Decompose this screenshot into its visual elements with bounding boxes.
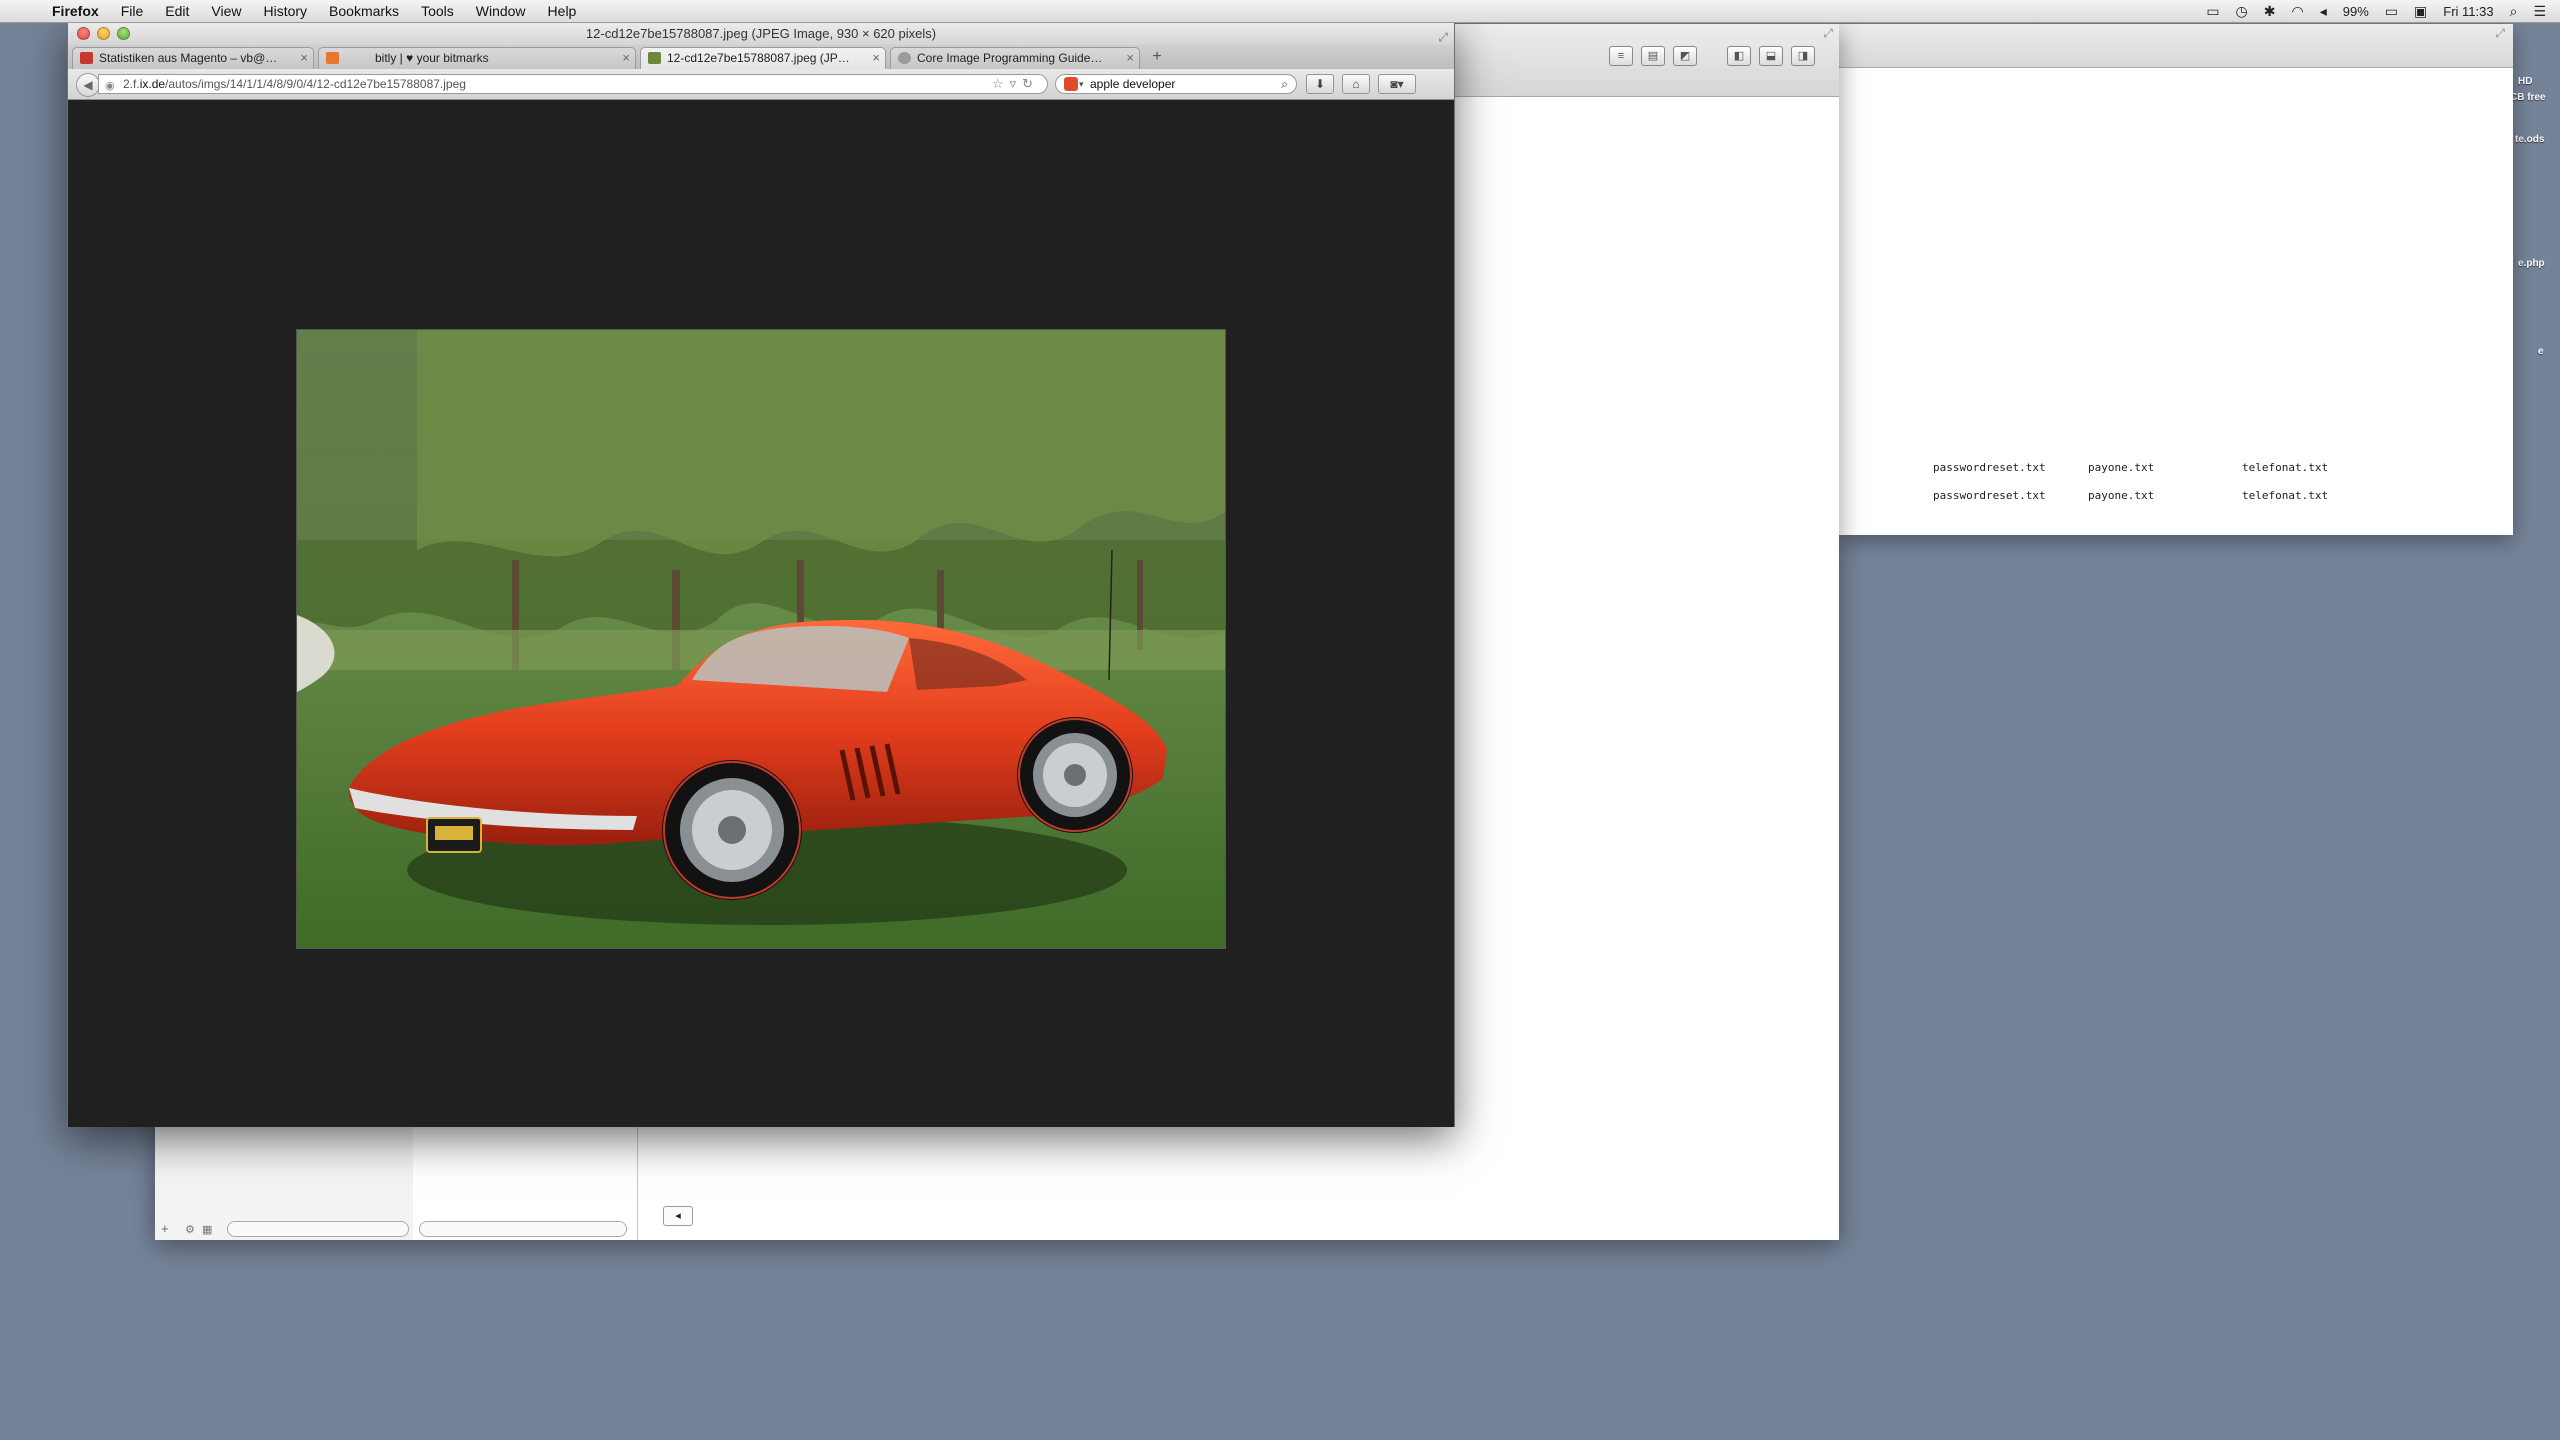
battery-icon[interactable]: ▭ [2385, 3, 2398, 20]
menu-tools[interactable]: Tools [421, 3, 454, 19]
home-icon[interactable]: ⌂ [1342, 74, 1370, 94]
firefox-window[interactable]: 12-cd12e7be15788087.jpeg (JPEG Image, 93… [67, 22, 1455, 1127]
search-field[interactable] [419, 1221, 627, 1237]
reload-icon[interactable]: ↻ [1022, 76, 1039, 91]
window-toolbar: ⤢ [1838, 24, 2513, 68]
graph-view-icon[interactable]: ◩ [1673, 46, 1697, 66]
screenshot-extension-icon[interactable]: ◙▾ [1378, 74, 1416, 94]
search-engine-icon[interactable] [1064, 77, 1078, 91]
file-item[interactable]: payone.txt [2088, 489, 2154, 502]
tab-core-image-guide[interactable]: Core Image Programming Guide… × [890, 47, 1140, 69]
desktop-item-label[interactable]: CB free [2510, 92, 2546, 103]
search-icon[interactable]: ⌕ [1281, 75, 1288, 93]
right-panel-toggle-icon[interactable]: ◨ [1791, 46, 1815, 66]
tab-jpeg-image[interactable]: 12-cd12e7be15788087.jpeg (JP… × [640, 47, 886, 69]
file-item[interactable]: telefonat.txt [2242, 461, 2328, 474]
wifi-icon[interactable]: ◠ [2292, 3, 2304, 20]
minimize-window-button[interactable] [97, 27, 110, 40]
url-host: ix.de [139, 77, 166, 91]
menu-history[interactable]: History [263, 3, 307, 19]
title-bar[interactable]: 12-cd12e7be15788087.jpeg (JPEG Image, 93… [68, 23, 1454, 45]
close-tab-icon[interactable]: × [622, 48, 630, 68]
bottom-panel-toggle-icon[interactable]: ⬓ [1759, 46, 1783, 66]
view-buttons: ≡ ▤ ◩ ◧ ⬓ ◨ [1609, 46, 1815, 66]
file-item[interactable]: telefonat.txt [2242, 489, 2328, 502]
menu-app-name[interactable]: Firefox [52, 3, 99, 19]
filter-field[interactable] [227, 1221, 409, 1237]
menu-clock[interactable]: Fri 11:33 [2443, 4, 2493, 19]
close-window-button[interactable] [77, 27, 90, 40]
history-dropdown-icon[interactable]: ▿ [1010, 76, 1023, 91]
desktop-item-label[interactable]: e [2538, 346, 2544, 357]
bitly-favicon-icon [326, 52, 339, 64]
url-prefix: 2.f. [123, 77, 140, 91]
volume-icon[interactable]: ◂ [2320, 3, 2327, 20]
downloads-icon[interactable]: ⬇ [1306, 74, 1334, 94]
gear-icon[interactable]: ⚙ [185, 1223, 195, 1236]
new-tab-button[interactable]: + [1144, 48, 1170, 67]
list-pane [413, 1124, 638, 1240]
calendar-icon[interactable]: ▣ [2414, 3, 2427, 20]
tab-bitly[interactable]: bitly | ♥ your bitmarks × [318, 47, 636, 69]
close-tab-icon[interactable]: × [1126, 48, 1134, 68]
file-item[interactable]: payone.txt [2088, 461, 2154, 474]
fullscreen-icon[interactable]: ⤢ [1823, 26, 1833, 41]
menu-bar: Firefox File Edit View History Bookmarks… [0, 0, 2560, 23]
content-viewport [68, 100, 1454, 1127]
desktop-item-label[interactable]: te.ods [2515, 134, 2544, 145]
menu-bookmarks[interactable]: Bookmarks [329, 3, 399, 19]
menu-edit[interactable]: Edit [165, 3, 189, 19]
battery-percent[interactable]: 99% [2343, 4, 2369, 19]
menu-window[interactable]: Window [476, 3, 526, 19]
fullscreen-icon[interactable]: ⤢ [2495, 26, 2505, 41]
list-view-icon[interactable]: ≡ [1609, 46, 1633, 66]
url-bar[interactable]: ◉ 2.f.ix.de/autos/imgs/14/1/1/4/8/9/0/4/… [98, 74, 1048, 94]
bluetooth-icon[interactable]: ✱ [2264, 3, 2276, 20]
add-icon[interactable]: + [161, 1221, 169, 1236]
notification-center-icon[interactable]: ☰ [2533, 3, 2546, 20]
time-machine-icon[interactable]: ◷ [2236, 3, 2248, 20]
close-tab-icon[interactable]: × [872, 48, 880, 68]
zoom-window-button[interactable] [117, 27, 130, 40]
file-item[interactable]: passwordreset.txt [1933, 489, 2046, 502]
tab-label: Statistiken aus Magento – vb@… [99, 51, 278, 65]
window-title: 12-cd12e7be15788087.jpeg (JPEG Image, 93… [585, 26, 937, 41]
spotlight-icon[interactable]: ⌕ [2510, 3, 2518, 20]
desktop-item-label[interactable]: HD [2518, 76, 2532, 87]
image-favicon-icon [648, 52, 661, 64]
tab-label: 12-cd12e7be15788087.jpeg (JP… [667, 51, 850, 65]
engine-dropdown-icon[interactable]: ▾ [1079, 75, 1084, 93]
file-item[interactable]: passwordreset.txt [1933, 461, 2046, 474]
url-actions: ☆▿↻ [992, 75, 1039, 93]
background-window-right[interactable]: ⤢ passwordreset.txt payone.txt telefonat… [1838, 24, 2513, 535]
gmail-favicon-icon [80, 52, 93, 64]
close-tab-icon[interactable]: × [300, 48, 308, 68]
corvette-photo-image[interactable] [296, 329, 1226, 949]
left-panel-toggle-icon[interactable]: ◧ [1727, 46, 1751, 66]
tab-bar: Statistiken aus Magento – vb@… × bitly |… [68, 45, 1454, 70]
tab-magento-stats[interactable]: Statistiken aus Magento – vb@… × [72, 47, 314, 69]
bookmark-star-icon[interactable]: ☆ [992, 76, 1010, 91]
search-bar[interactable]: ▾ apple developer ⌕ [1055, 74, 1297, 94]
keyboard-icon[interactable]: ▭ [2206, 3, 2219, 20]
site-identity-icon[interactable]: ◉ [105, 77, 115, 95]
info-view-icon[interactable]: ▤ [1641, 46, 1665, 66]
grid-icon[interactable]: ▦ [202, 1223, 212, 1236]
sidebar-pane: + ⚙ ▦ [155, 1124, 414, 1240]
url-path: /autos/imgs/14/1/1/4/8/9/0/4/12-cd12e7be… [165, 77, 466, 91]
search-input[interactable]: apple developer [1090, 77, 1175, 91]
back-button[interactable]: ◀ [76, 73, 100, 97]
navigation-bar: ◀ ◉ 2.f.ix.de/autos/imgs/14/1/1/4/8/9/0/… [68, 69, 1454, 100]
corvette-photo-graphic [297, 330, 1225, 948]
apple-favicon-icon [898, 52, 911, 64]
menu-file[interactable]: File [121, 3, 144, 19]
collapse-panel-button[interactable]: ◂ [663, 1206, 693, 1226]
menu-view[interactable]: View [211, 3, 241, 19]
menu-help[interactable]: Help [548, 3, 577, 19]
tab-label: bitly | ♥ your bitmarks [375, 51, 489, 65]
desktop-item-label[interactable]: e.php [2518, 258, 2545, 269]
menu-status-area: ▭ ◷ ✱ ◠ ◂ 99% ▭ ▣ Fri 11:33 ⌕ ☰ [2206, 0, 2546, 22]
tab-label: Core Image Programming Guide… [917, 51, 1103, 65]
